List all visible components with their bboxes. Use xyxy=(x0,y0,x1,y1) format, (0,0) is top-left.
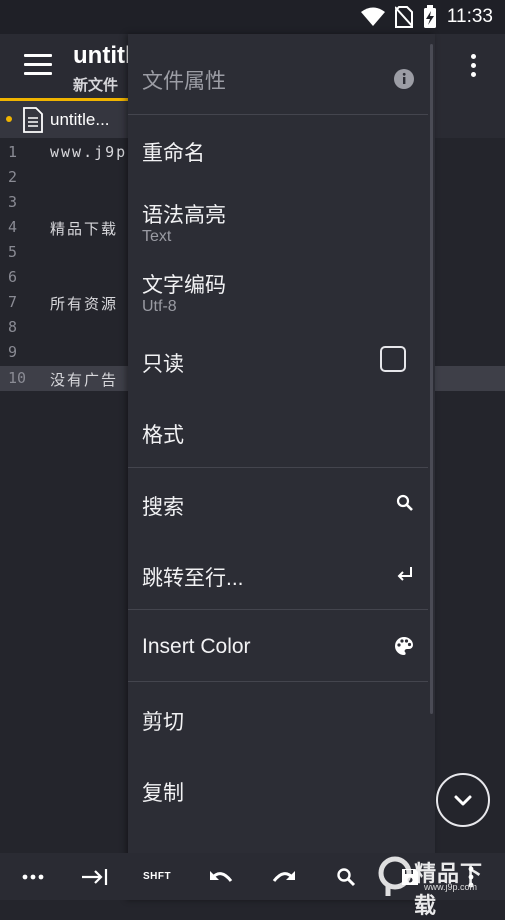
menu-item-rename[interactable]: 重命名 xyxy=(128,115,428,185)
menu-item-insert-color[interactable]: Insert Color xyxy=(128,610,428,681)
line-number: 3 xyxy=(8,193,18,211)
palette-icon xyxy=(395,637,413,655)
menu-item-value: Utf-8 xyxy=(142,298,177,315)
line-number: 7 xyxy=(8,293,18,311)
line-number: 10 xyxy=(8,369,27,387)
undo-button[interactable] xyxy=(199,853,243,900)
redo-icon xyxy=(272,870,295,882)
document-title: untitl xyxy=(73,42,132,69)
line-number: 5 xyxy=(8,243,18,261)
read-only-checkbox[interactable] xyxy=(380,346,406,372)
scroll-down-button[interactable] xyxy=(436,773,490,827)
line-text: 没有广告 xyxy=(50,371,119,389)
tab-label: untitle... xyxy=(50,110,110,129)
redo-button[interactable] xyxy=(262,853,306,900)
no-sim-icon xyxy=(394,6,413,28)
line-number: 4 xyxy=(8,218,18,236)
enter-icon xyxy=(397,567,412,581)
line-number: 1 xyxy=(8,143,18,161)
tab-key-button[interactable] xyxy=(73,853,117,900)
menu-item-goto-line[interactable]: 跳转至行... xyxy=(128,539,428,609)
menu-header-file-properties[interactable]: 文件属性 xyxy=(128,34,428,114)
status-bar: 11:33 xyxy=(0,0,505,34)
status-icons: 11:33 xyxy=(360,4,493,30)
info-icon xyxy=(394,69,414,89)
file-icon xyxy=(23,107,43,133)
menu-item-search[interactable]: 搜索 xyxy=(128,468,428,539)
wifi-icon xyxy=(360,7,385,26)
file-menu: 文件属性 重命名 语法高亮 Text 文字编码 Utf-8 只读 格式 搜索 跳… xyxy=(128,34,435,900)
line-number: 9 xyxy=(8,343,18,361)
tab-key-icon xyxy=(82,868,108,885)
document-subtitle: 新文件 xyxy=(73,77,119,94)
line-text: 精品下载 xyxy=(50,220,119,238)
menu-item-label: 重命名 xyxy=(142,142,205,165)
menu-item-label: 格式 xyxy=(142,424,184,447)
menu-item-label: 剪切 xyxy=(142,711,184,734)
menu-item-copy[interactable]: 复制 xyxy=(128,752,428,823)
chevron-down-icon xyxy=(454,795,472,806)
more-keys-button[interactable] xyxy=(11,853,55,900)
search-icon xyxy=(337,867,356,886)
ellipsis-icon xyxy=(22,874,44,879)
menu-item-label: 跳转至行... xyxy=(142,567,244,590)
menu-item-format[interactable]: 格式 xyxy=(128,396,428,467)
watermark: 精品下载 www.j9p.com xyxy=(378,852,505,918)
search-button[interactable] xyxy=(324,853,368,900)
watermark-logo-icon xyxy=(378,856,412,896)
line-number: 2 xyxy=(8,168,18,186)
clock: 11:33 xyxy=(446,6,493,27)
menu-icon[interactable] xyxy=(24,54,52,78)
shift-key-button[interactable]: SHFT xyxy=(135,853,179,900)
menu-item-label: Insert Color xyxy=(142,635,251,658)
menu-item-syntax-highlight[interactable]: 语法高亮 Text xyxy=(128,185,428,255)
menu-item-label: 复制 xyxy=(142,782,184,805)
menu-item-label: 搜索 xyxy=(142,496,184,519)
menu-item-label: 语法高亮 xyxy=(142,204,226,227)
unsaved-indicator xyxy=(6,116,12,122)
line-number: 6 xyxy=(8,268,18,286)
watermark-url: www.j9p.com xyxy=(424,882,478,892)
more-options-icon[interactable] xyxy=(471,54,477,81)
undo-icon xyxy=(210,870,233,882)
line-number: 8 xyxy=(8,318,18,336)
line-text: 所有资源 xyxy=(50,295,119,313)
shift-key-label: SHFT xyxy=(142,871,172,882)
menu-item-label: 只读 xyxy=(142,353,184,376)
menu-item-value: Text xyxy=(142,228,172,245)
line-text: www.j9p. xyxy=(50,143,139,161)
menu-item-text-encoding[interactable]: 文字编码 Utf-8 xyxy=(128,255,428,325)
battery-charging-icon xyxy=(423,5,436,28)
tab-untitled[interactable]: untitle... xyxy=(0,98,128,138)
menu-item-label: 文字编码 xyxy=(142,274,226,297)
menu-item-read-only[interactable]: 只读 xyxy=(128,325,428,396)
menu-item-cut[interactable]: 剪切 xyxy=(128,682,428,752)
menu-header-label: 文件属性 xyxy=(142,70,226,93)
search-icon xyxy=(396,494,413,511)
menu-scrollbar[interactable] xyxy=(430,44,433,714)
